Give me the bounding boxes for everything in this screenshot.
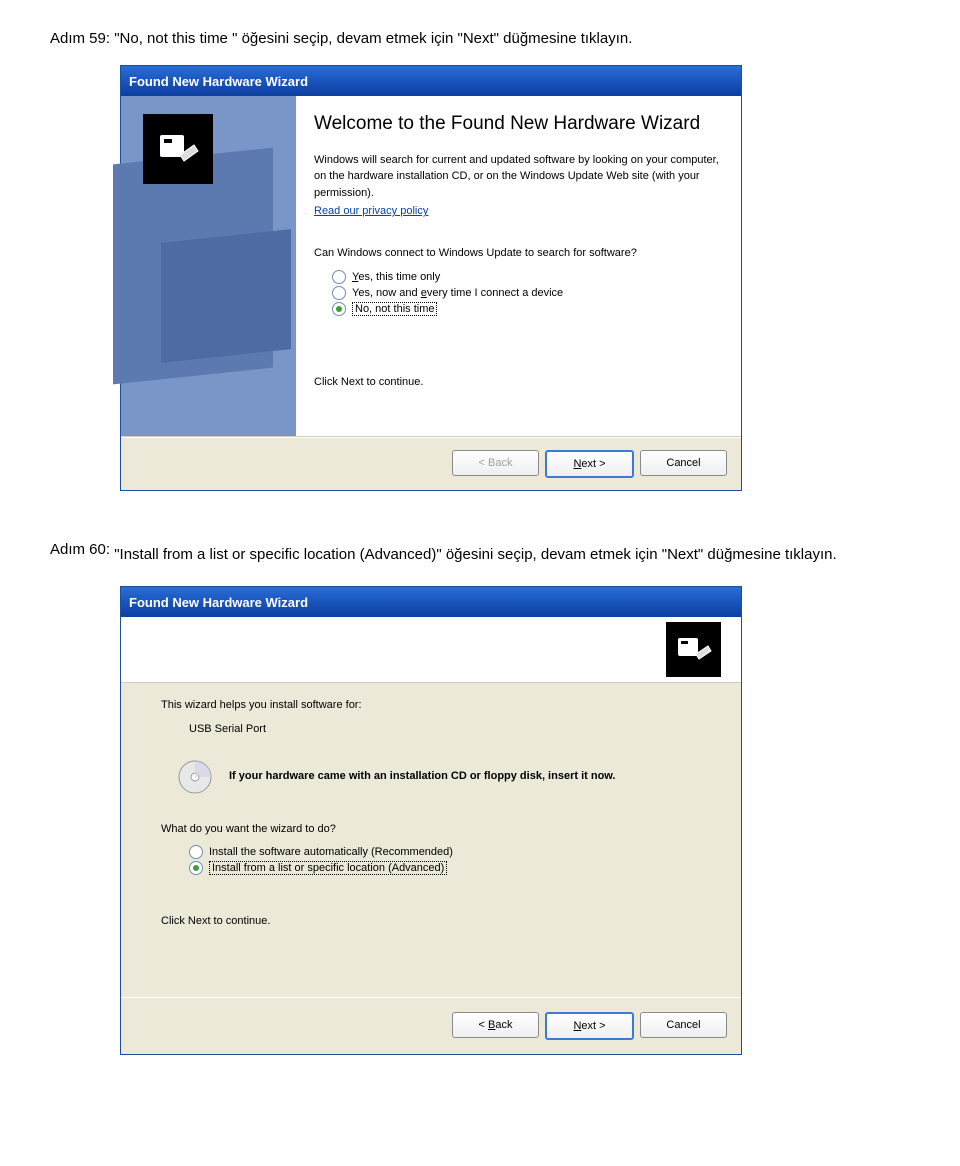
button-bar: < Back Next > Cancel: [121, 437, 741, 490]
radio-label: Yes, this time only: [352, 271, 440, 283]
next-button[interactable]: Next >: [545, 450, 634, 478]
cd-icon: [175, 757, 215, 797]
radio-label: No, not this time: [352, 302, 437, 316]
radio-button-selected-icon: [332, 302, 346, 316]
device-name: USB Serial Port: [189, 723, 701, 735]
radio-auto-install[interactable]: Install the software automatically (Reco…: [189, 845, 701, 859]
cd-text: If your hardware came with an installati…: [229, 769, 616, 784]
radio-yes-always[interactable]: Yes, now and every time I connect a devi…: [332, 286, 723, 300]
step-text: "Install from a list or specific locatio…: [114, 541, 874, 568]
radio-label: Install from a list or specific location…: [209, 861, 447, 875]
button-bar: < Back Next > Cancel: [121, 997, 741, 1054]
wizard-question: Can Windows connect to Windows Update to…: [314, 245, 723, 262]
radio-button-icon: [332, 270, 346, 284]
radio-button-icon: [332, 286, 346, 300]
wizard-content: Welcome to the Found New Hardware Wizard…: [296, 96, 741, 436]
found-new-hardware-wizard-dialog: Found New Hardware Wizard This wizard he…: [120, 586, 742, 1055]
window-title: Found New Hardware Wizard: [129, 595, 308, 610]
radio-label: Yes, now and every time I connect a devi…: [352, 287, 563, 299]
radio-label: Install the software automatically (Reco…: [209, 846, 453, 858]
radio-no[interactable]: No, not this time: [332, 302, 723, 316]
wizard-banner: [121, 617, 741, 683]
step-60-instruction: Adım 60: "Install from a list or specifi…: [50, 541, 910, 568]
step-label: Adım 59:: [50, 30, 110, 47]
continue-text: Click Next to continue.: [161, 915, 701, 927]
wizard-content: This wizard helps you install software f…: [121, 683, 741, 997]
cancel-button[interactable]: Cancel: [640, 450, 727, 476]
continue-text: Click Next to continue.: [314, 376, 723, 388]
window-title: Found New Hardware Wizard: [129, 74, 308, 89]
back-button: < Back: [452, 450, 539, 476]
wizard-heading: Welcome to the Found New Hardware Wizard: [314, 112, 723, 136]
hardware-icon: [143, 114, 213, 184]
cd-hint: If your hardware came with an installati…: [175, 757, 701, 797]
step-label: Adım 60:: [50, 541, 110, 558]
step-text: "No, not this time " öğesini seçip, deva…: [114, 30, 632, 47]
step-59-instruction: Adım 59: "No, not this time " öğesini se…: [50, 30, 910, 47]
help-text: This wizard helps you install software f…: [161, 699, 701, 711]
window-titlebar: Found New Hardware Wizard: [121, 587, 741, 617]
radio-specific-location[interactable]: Install from a list or specific location…: [189, 861, 701, 875]
radio-yes-once[interactable]: Yes, this time only: [332, 270, 723, 284]
hardware-icon: [666, 622, 721, 677]
found-new-hardware-wizard-dialog: Found New Hardware Wizard Welcome to the…: [120, 65, 742, 491]
cancel-button[interactable]: Cancel: [640, 1012, 727, 1038]
wizard-intro: Windows will search for current and upda…: [314, 152, 723, 202]
wizard-side-panel: [121, 96, 296, 436]
next-button[interactable]: Next >: [545, 1012, 634, 1040]
privacy-link[interactable]: Read our privacy policy: [314, 205, 428, 217]
wizard-question: What do you want the wizard to do?: [161, 823, 701, 835]
radio-button-selected-icon: [189, 861, 203, 875]
back-button[interactable]: < Back: [452, 1012, 539, 1038]
window-titlebar: Found New Hardware Wizard: [121, 66, 741, 96]
radio-button-icon: [189, 845, 203, 859]
